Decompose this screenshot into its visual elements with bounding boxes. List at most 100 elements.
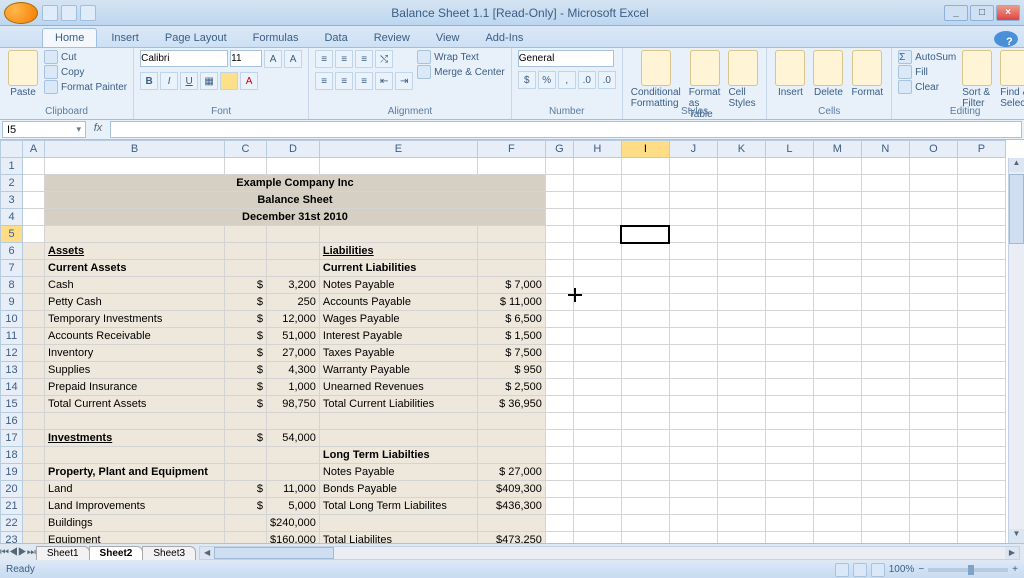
cell[interactable]: [717, 430, 765, 447]
cell[interactable]: [813, 413, 861, 430]
row-header[interactable]: 3: [1, 192, 23, 209]
cell[interactable]: [621, 447, 669, 464]
cell[interactable]: [669, 532, 717, 544]
align-center[interactable]: ≡: [335, 72, 353, 90]
cell[interactable]: [23, 260, 45, 277]
cell[interactable]: [765, 447, 813, 464]
vertical-scrollbar[interactable]: ▲ ▼: [1008, 158, 1024, 543]
cell[interactable]: [765, 413, 813, 430]
underline-button[interactable]: U: [180, 72, 198, 90]
align-left[interactable]: ≡: [315, 72, 333, 90]
cell[interactable]: [957, 464, 1005, 481]
cell[interactable]: [813, 294, 861, 311]
grow-font-button[interactable]: A: [264, 50, 282, 68]
indent-inc[interactable]: ⇥: [395, 72, 413, 90]
cell[interactable]: Investments: [45, 430, 225, 447]
cell[interactable]: [765, 498, 813, 515]
cell[interactable]: [23, 311, 45, 328]
cell[interactable]: [621, 430, 669, 447]
cell[interactable]: [861, 192, 909, 209]
cell[interactable]: [909, 498, 957, 515]
cell[interactable]: [545, 192, 573, 209]
cell[interactable]: [621, 464, 669, 481]
cell[interactable]: [861, 515, 909, 532]
cell[interactable]: [225, 243, 267, 260]
row-header[interactable]: 10: [1, 311, 23, 328]
cell[interactable]: [621, 362, 669, 379]
cell[interactable]: [909, 481, 957, 498]
wrap-text-button[interactable]: Wrap Text: [417, 50, 505, 64]
cell[interactable]: [717, 243, 765, 260]
cell[interactable]: $: [225, 345, 267, 362]
view-layout-icon[interactable]: [853, 563, 867, 577]
cell[interactable]: [23, 175, 45, 192]
view-pagebreak-icon[interactable]: [871, 563, 885, 577]
cell[interactable]: [861, 226, 909, 243]
cell[interactable]: [957, 515, 1005, 532]
cell[interactable]: [669, 345, 717, 362]
cell[interactable]: 11,000: [267, 481, 320, 498]
cell[interactable]: [23, 277, 45, 294]
cell[interactable]: [909, 345, 957, 362]
cell[interactable]: [669, 209, 717, 226]
cell[interactable]: [669, 464, 717, 481]
cell[interactable]: [765, 532, 813, 544]
row-header[interactable]: 13: [1, 362, 23, 379]
zoom-level[interactable]: 100%: [889, 564, 915, 575]
orientation-button[interactable]: ⤭: [375, 50, 393, 68]
cell[interactable]: 54,000: [267, 430, 320, 447]
cell[interactable]: [621, 226, 669, 243]
column-header[interactable]: J: [669, 141, 717, 158]
spreadsheet-grid[interactable]: ABCDEFGHIJKLMNOP12Example Company Inc3Ba…: [0, 140, 1006, 543]
cell[interactable]: Total Long Term Liabilites: [319, 498, 477, 515]
cell[interactable]: $ 11,000: [477, 294, 545, 311]
row-header[interactable]: 7: [1, 260, 23, 277]
cell[interactable]: [573, 226, 621, 243]
cell[interactable]: [23, 396, 45, 413]
cell[interactable]: Property, Plant and Equipment: [45, 464, 225, 481]
cell[interactable]: [765, 209, 813, 226]
comma-button[interactable]: ,: [558, 71, 576, 89]
cell[interactable]: [669, 243, 717, 260]
cell[interactable]: [669, 430, 717, 447]
cell[interactable]: [957, 158, 1005, 175]
column-header[interactable]: L: [765, 141, 813, 158]
sort-filter-button[interactable]: Sort & Filter: [960, 50, 994, 109]
cell[interactable]: Land: [45, 481, 225, 498]
cell[interactable]: $: [225, 294, 267, 311]
cell[interactable]: [669, 498, 717, 515]
cell[interactable]: $: [225, 379, 267, 396]
office-button[interactable]: [4, 2, 38, 24]
column-header[interactable]: K: [717, 141, 765, 158]
cell[interactable]: [319, 226, 477, 243]
tab-data[interactable]: Data: [312, 29, 359, 47]
align-right[interactable]: ≡: [355, 72, 373, 90]
cell[interactable]: [669, 277, 717, 294]
conditional-formatting-button[interactable]: Conditional Formatting: [629, 50, 683, 109]
cell[interactable]: $ 7,500: [477, 345, 545, 362]
column-header[interactable]: G: [545, 141, 573, 158]
cell[interactable]: [765, 260, 813, 277]
insert-cells-button[interactable]: Insert: [773, 50, 807, 98]
cell[interactable]: [765, 192, 813, 209]
row-header[interactable]: 20: [1, 481, 23, 498]
cell[interactable]: [23, 464, 45, 481]
cell[interactable]: $ 2,500: [477, 379, 545, 396]
cell[interactable]: [573, 498, 621, 515]
cell[interactable]: [765, 430, 813, 447]
column-header[interactable]: M: [813, 141, 861, 158]
cell[interactable]: [267, 260, 320, 277]
cell[interactable]: [717, 158, 765, 175]
cell[interactable]: 1,000: [267, 379, 320, 396]
cell[interactable]: [45, 447, 225, 464]
cell[interactable]: [545, 532, 573, 544]
cell[interactable]: [717, 345, 765, 362]
cell[interactable]: [957, 447, 1005, 464]
cell[interactable]: [621, 192, 669, 209]
cell[interactable]: [669, 158, 717, 175]
cell[interactable]: [477, 226, 545, 243]
redo-icon[interactable]: [80, 5, 96, 21]
cell[interactable]: $: [225, 481, 267, 498]
column-header[interactable]: P: [957, 141, 1005, 158]
cell[interactable]: [717, 328, 765, 345]
